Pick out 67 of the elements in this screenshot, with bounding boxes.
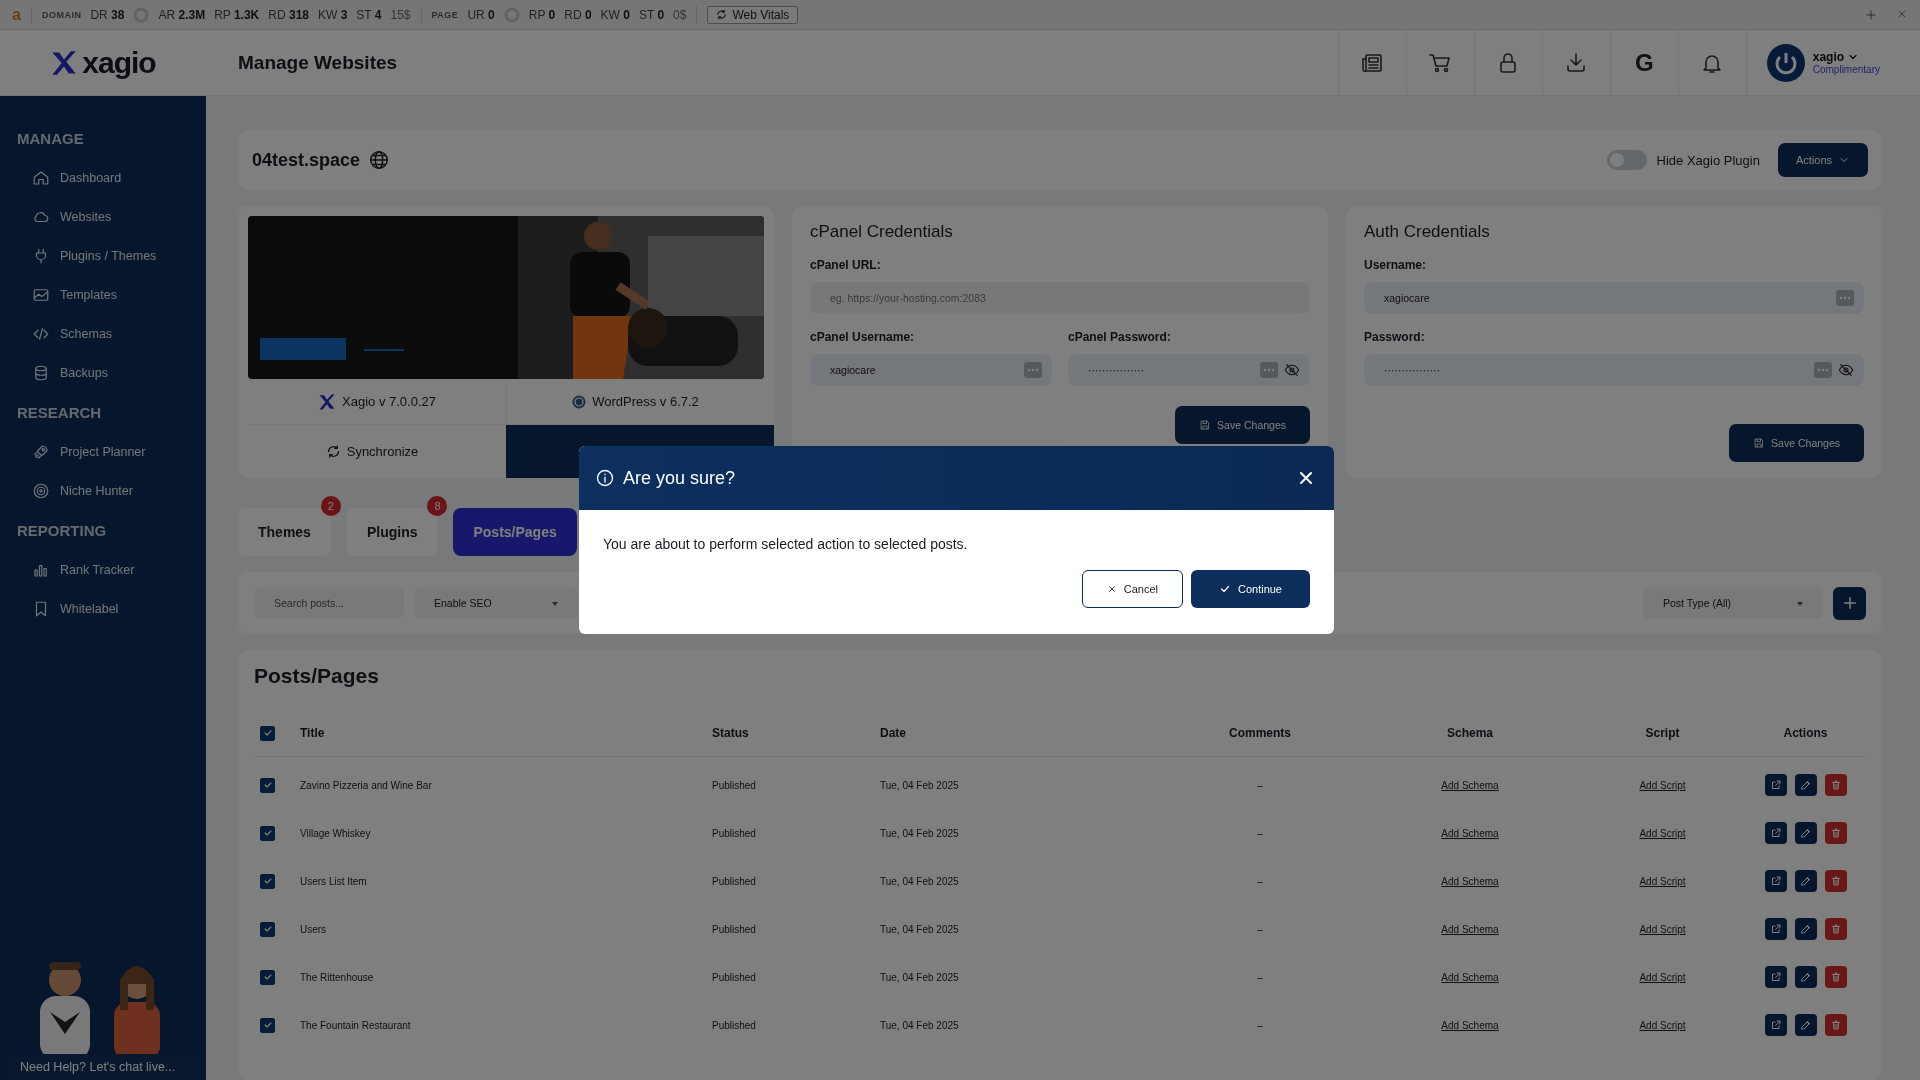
- table-cell: Tue, 04 Feb 2025: [880, 875, 959, 887]
- field-label: Username:: [1364, 258, 1428, 272]
- metric-value: DR 38: [90, 7, 125, 22]
- table-cell: Published: [712, 923, 756, 935]
- table-cell: –: [1257, 827, 1263, 839]
- table-cell: Users: [300, 923, 327, 935]
- column-header: Comments: [1229, 726, 1291, 740]
- page-title: Manage Websites: [238, 51, 399, 74]
- table-cell: Village Whiskey: [300, 827, 371, 839]
- section-heading: REPORTING: [16, 522, 108, 541]
- card-title: Auth Credentials: [1364, 222, 1491, 242]
- table-cell: –: [1257, 1019, 1263, 1031]
- column-header: Title: [300, 726, 325, 740]
- table-cell: –: [1257, 923, 1263, 935]
- table-cell: Published: [712, 971, 756, 983]
- table-cell: Published: [712, 827, 756, 839]
- field-label: cPanel URL:: [810, 258, 882, 272]
- metric-value: KW 3: [318, 7, 348, 22]
- section-heading: MANAGE: [16, 130, 85, 149]
- table-cell: The Rittenhouse: [300, 971, 374, 983]
- metric-value: UR 0: [467, 7, 495, 22]
- table-cell: Tue, 04 Feb 2025: [880, 779, 959, 791]
- table-cell: –: [1257, 779, 1263, 791]
- table-cell: Published: [712, 779, 756, 791]
- metric-value: AR 2.3M: [158, 7, 206, 22]
- card-title: cPanel Credentials: [810, 222, 954, 242]
- site-domain: 04test.space: [252, 149, 361, 171]
- metric-value: ST 4: [356, 7, 382, 22]
- field-label: Password:: [1364, 330, 1426, 344]
- table-cell: Zavino Pizzeria and Wine Bar: [300, 779, 432, 791]
- column-header: Schema: [1447, 726, 1493, 740]
- toggle-label: Hide Xagio Plugin: [1656, 152, 1760, 168]
- field-label: cPanel Username:: [810, 330, 916, 344]
- field-label: cPanel Password:: [1068, 330, 1172, 344]
- count-badge: 8: [427, 496, 448, 516]
- dialog-message: You are about to perform selected action to selected posts.: [603, 536, 969, 552]
- metric-value: ST 0: [638, 7, 665, 22]
- metric-value: KW 0: [600, 7, 630, 22]
- dialog-title: Are you sure?: [623, 467, 737, 489]
- metric-value: RD 0: [564, 7, 592, 22]
- table-cell: Tue, 04 Feb 2025: [880, 971, 959, 983]
- column-header: Status: [712, 726, 749, 740]
- column-header: Script: [1645, 726, 1680, 740]
- table-cell: –: [1257, 971, 1263, 983]
- column-header: Actions: [1783, 726, 1828, 740]
- version-label: WordPress v 6.7.2: [506, 379, 764, 424]
- section-heading: RESEARCH: [16, 404, 103, 423]
- column-header: Date: [880, 726, 906, 740]
- user-plan: Complimentary: [1812, 64, 1880, 75]
- table-cell: Tue, 04 Feb 2025: [880, 1019, 959, 1031]
- table-cell: The Fountain Restaurant: [300, 1019, 411, 1031]
- metric-group-label: DOMAIN: [41, 9, 82, 20]
- metric-value: RD 318: [268, 7, 309, 22]
- metric-value: RP 0: [528, 7, 556, 22]
- metric-group-label: PAGE: [431, 9, 459, 20]
- table-cell: Tue, 04 Feb 2025: [880, 923, 959, 935]
- table-cell: –: [1257, 875, 1263, 887]
- version-label: Xagio v 7.0.0.27: [248, 379, 506, 424]
- table-cell: Tue, 04 Feb 2025: [880, 827, 959, 839]
- table-cell: Users List Item: [300, 875, 367, 887]
- section-title: Posts/Pages: [254, 664, 380, 688]
- metric-value: RP 1.3K: [214, 7, 260, 22]
- metric-value: 0$: [673, 7, 687, 22]
- count-badge: 2: [320, 496, 341, 516]
- table-cell: Published: [712, 875, 756, 887]
- metric-value: 15$: [390, 7, 411, 22]
- table-cell: Published: [712, 1019, 756, 1031]
